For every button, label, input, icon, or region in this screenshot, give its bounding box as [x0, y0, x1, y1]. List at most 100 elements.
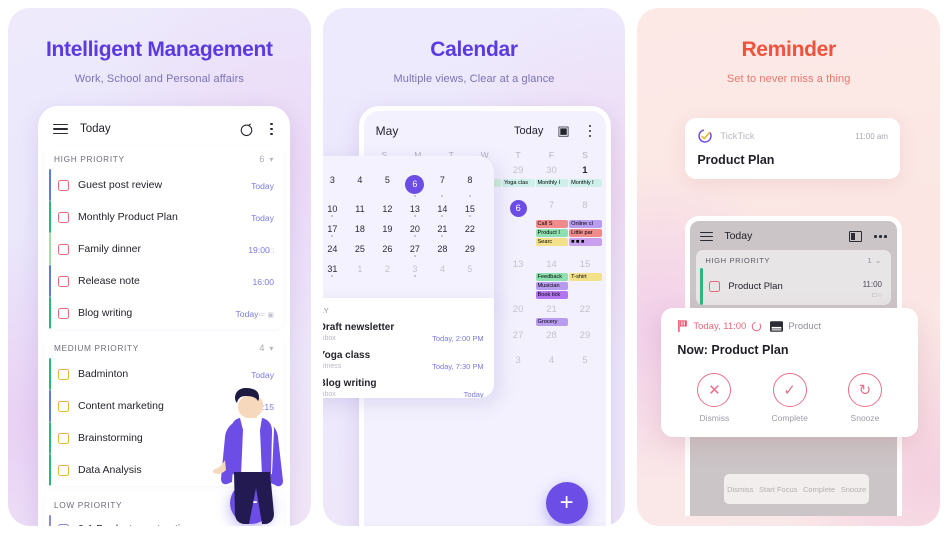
today-button[interactable]: Today — [514, 125, 543, 137]
calendar-event-chip[interactable]: ■ ■ ■ — [569, 238, 602, 246]
snooze-button[interactable]: ↻ Snooze — [847, 373, 882, 423]
table-row[interactable]: Blog writing Today≔ ▣ — [44, 297, 284, 329]
calendar-day-cell[interactable]: 20 — [501, 302, 534, 317]
hamburger-icon[interactable] — [700, 229, 714, 244]
mini-calendar-day[interactable]: 6 — [401, 168, 429, 197]
mini-calendar-day[interactable]: 24 — [323, 237, 347, 257]
section-header[interactable]: HIGH PRIORITY 1 ⌄ — [696, 250, 891, 268]
mini-calendar-day[interactable]: 28 — [429, 237, 457, 257]
calendar-event-chip[interactable]: Book tick — [535, 291, 569, 299]
list-item[interactable]: Draft newsletter Inbox Today, 2:00 PM — [323, 322, 484, 343]
mini-calendar-day[interactable]: 4 — [429, 257, 457, 277]
calendar-day-cell[interactable]: 7 — [535, 198, 568, 219]
table-row[interactable]: Monthly Product Plan Today — [44, 201, 284, 233]
calendar-day-cell[interactable]: 13 — [501, 257, 534, 272]
calendar-day-cell[interactable]: 30 — [535, 163, 568, 178]
calendar-event-chip[interactable]: Monthly l — [535, 179, 569, 187]
mini-calendar-day[interactable]: 13 — [401, 197, 429, 217]
task-checkbox[interactable] — [58, 179, 69, 191]
calendar-day-cell[interactable]: 22 — [568, 302, 601, 317]
table-row[interactable]: Guest post review Today — [44, 169, 284, 201]
calendar-grid-icon[interactable]: ▣ — [557, 123, 569, 139]
table-row[interactable]: Product Plan 11:00 □ ○ — [696, 267, 891, 305]
task-checkbox[interactable] — [58, 211, 69, 223]
task-checkbox[interactable] — [58, 307, 69, 319]
calendar-event-chip[interactable]: Yoga clas — [501, 179, 535, 187]
more-vertical-icon[interactable] — [588, 124, 592, 138]
mini-calendar-day[interactable]: 11 — [346, 197, 374, 217]
selected-day[interactable]: 6 — [509, 200, 527, 217]
calendar-day-cell[interactable]: 27 — [501, 328, 534, 343]
more-vertical-icon[interactable] — [270, 122, 273, 136]
mini-calendar-day[interactable]: 21 — [429, 217, 457, 237]
calendar-event-chip[interactable]: Searc — [535, 238, 569, 246]
pomodoro-icon[interactable] — [239, 122, 254, 137]
table-row[interactable]: Release note 16:00 — [44, 265, 284, 297]
check-button[interactable]: ✓ Complete — [771, 373, 808, 423]
task-checkbox[interactable] — [709, 280, 721, 292]
calendar-day-cell[interactable]: 29 — [568, 328, 601, 343]
hamburger-icon[interactable] — [53, 121, 68, 138]
calendar-event-chip[interactable]: Feedback — [535, 273, 569, 281]
section-header[interactable]: MEDIUM PRIORITY 4 ▾ — [44, 335, 284, 358]
selected-day[interactable]: 6 — [405, 175, 425, 194]
push-notification-card[interactable]: TickTick 11:00 am Product Plan — [685, 118, 901, 179]
mini-calendar-day[interactable]: 4 — [346, 168, 374, 197]
mini-calendar-day[interactable]: 2 — [374, 257, 402, 277]
mini-calendar-day[interactable]: 20 — [401, 217, 429, 237]
calendar-day-cell[interactable]: 8 — [568, 198, 601, 219]
mini-calendar-day[interactable]: 8 — [456, 168, 484, 197]
mini-calendar-day[interactable]: 15 — [456, 197, 484, 217]
list-item[interactable]: Blog writing Inbox Today — [323, 378, 484, 398]
add-event-fab[interactable]: + — [545, 482, 588, 524]
calendar-event-chip[interactable]: T-shirt — [569, 273, 602, 281]
mini-calendar-day[interactable]: 3 — [401, 257, 429, 277]
mini-calendar-day[interactable]: 10 — [323, 197, 347, 217]
chevron-down-icon[interactable]: ▾ — [269, 155, 274, 164]
mini-calendar-day[interactable]: 27 — [401, 237, 429, 257]
calendar-day-cell[interactable]: 5 — [568, 353, 601, 368]
mini-calendar-day[interactable]: 3 — [323, 168, 347, 197]
list-item[interactable]: Yoga class Fitness Today, 7:30 PM — [323, 350, 484, 371]
task-checkbox[interactable] — [58, 275, 69, 287]
mini-calendar-day[interactable]: 29 — [456, 237, 484, 257]
calendar-event-chip[interactable]: Call S — [535, 220, 569, 228]
table-row[interactable]: Family dinner 19:00□ — [44, 233, 284, 265]
calendar-event-chip[interactable]: Product I — [535, 229, 569, 237]
more-horizontal-icon[interactable] — [874, 235, 888, 238]
task-checkbox[interactable] — [58, 432, 69, 444]
task-checkbox[interactable] — [58, 523, 69, 526]
calendar-day-cell[interactable]: 4 — [535, 353, 568, 368]
calendar-day-cell[interactable]: 3 — [501, 353, 534, 368]
close-button[interactable]: ✕ Dismiss — [697, 373, 732, 423]
chevron-down-icon[interactable]: ▾ — [269, 344, 274, 353]
section-header[interactable]: HIGH PRIORITY 6 ▾ — [44, 146, 284, 169]
task-checkbox[interactable] — [58, 243, 69, 255]
month-label[interactable]: May — [376, 124, 399, 138]
task-checkbox[interactable] — [58, 464, 69, 476]
calendar-day-cell[interactable]: 15 — [568, 257, 601, 272]
calendar-day-cell[interactable]: 6 — [501, 198, 534, 219]
mini-calendar-day[interactable]: 26 — [374, 237, 402, 257]
calendar-event-chip[interactable]: Little par — [569, 229, 602, 237]
mini-calendar-day[interactable]: 22 — [456, 217, 484, 237]
mini-calendar-day[interactable]: 1 — [346, 257, 374, 277]
calendar-event-chip[interactable]: Grocery — [535, 318, 569, 326]
calendar-day-cell[interactable]: 29 — [501, 163, 534, 178]
task-checkbox[interactable] — [58, 400, 69, 412]
mini-calendar-day[interactable]: 31 — [323, 257, 347, 277]
calendar-day-cell[interactable]: 1 — [568, 163, 601, 178]
mini-calendar-day[interactable]: 18 — [346, 217, 374, 237]
calendar-day-cell[interactable]: 21 — [535, 302, 568, 317]
column-view-icon[interactable] — [849, 230, 863, 242]
calendar-day-cell[interactable]: 14 — [535, 257, 568, 272]
mini-calendar-day[interactable]: 19 — [374, 217, 402, 237]
mini-calendar-day[interactable]: 7 — [429, 168, 457, 197]
calendar-event-chip[interactable]: Online cl — [569, 220, 602, 228]
calendar-event-chip[interactable]: Monthly l — [569, 179, 602, 187]
mini-calendar-day[interactable]: 25 — [346, 237, 374, 257]
mini-calendar-day[interactable]: 14 — [429, 197, 457, 217]
mini-calendar-day[interactable]: 17 — [323, 217, 347, 237]
task-checkbox[interactable] — [58, 368, 69, 380]
calendar-event-chip[interactable]: Musician — [535, 282, 569, 290]
